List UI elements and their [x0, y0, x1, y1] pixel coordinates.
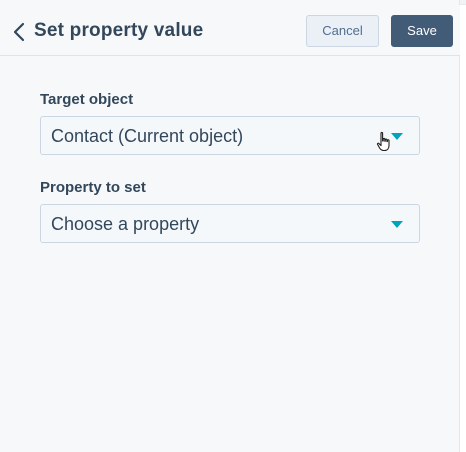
property-to-set-value: Choose a property	[51, 214, 200, 234]
save-button[interactable]: Save	[391, 15, 453, 47]
target-object-label: Target object	[40, 91, 134, 108]
property-to-set-label: Property to set	[40, 179, 146, 196]
cancel-button[interactable]: Cancel	[306, 15, 379, 47]
target-object-value: Contact (Current object)	[51, 126, 244, 146]
action-panel: Set property value Cancel Save Target ob…	[0, 0, 460, 452]
back-button[interactable]	[10, 21, 30, 43]
caret-down-icon	[391, 133, 403, 140]
chevron-left-icon	[13, 22, 25, 42]
property-to-set-select[interactable]: Choose a property	[40, 204, 420, 243]
target-object-select[interactable]: Contact (Current object)	[40, 116, 420, 155]
panel-header: Set property value Cancel Save	[0, 5, 460, 56]
caret-down-icon	[391, 221, 403, 228]
panel-title: Set property value	[34, 20, 204, 41]
